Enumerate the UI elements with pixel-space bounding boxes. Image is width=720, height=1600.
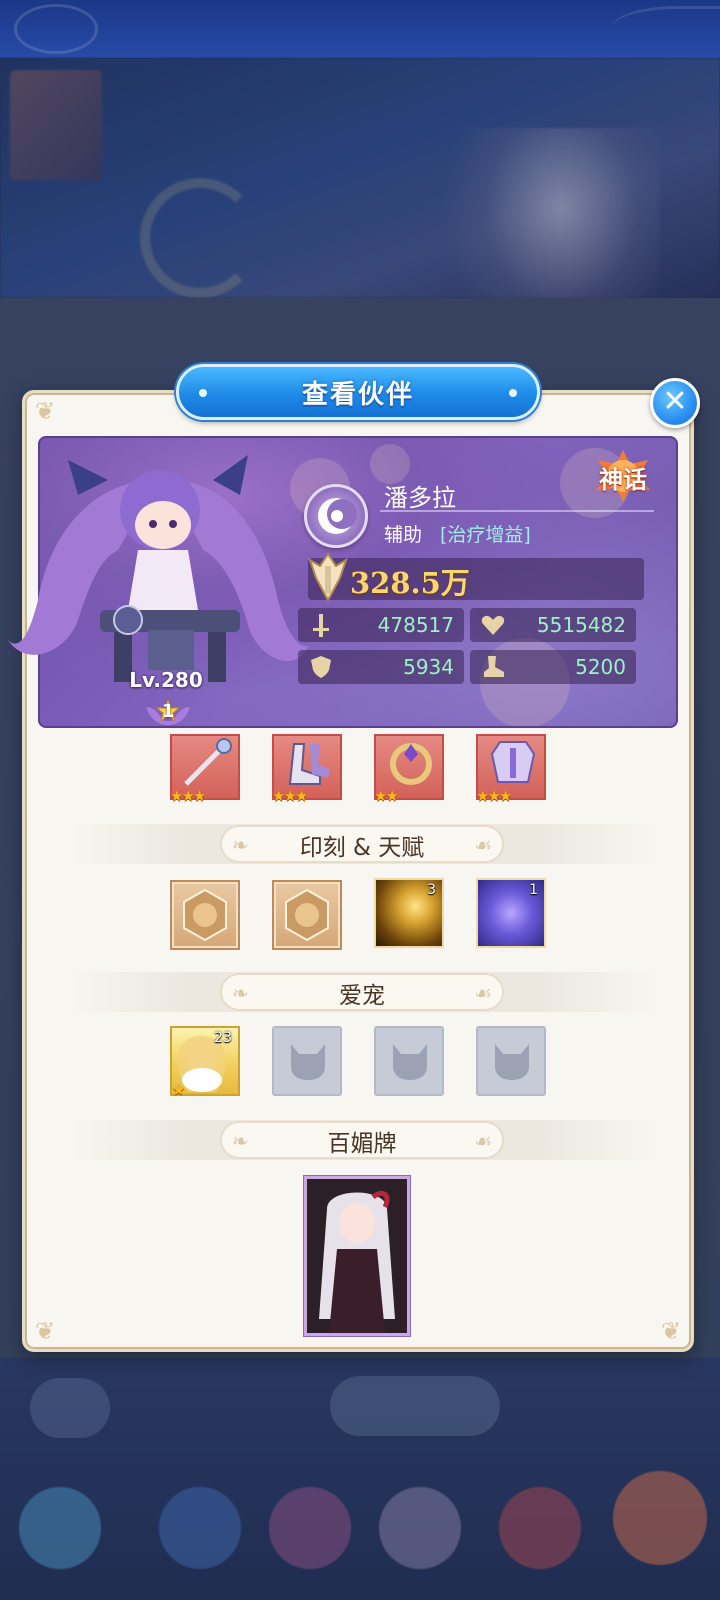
hero-role: 辅助 <box>384 524 423 546</box>
hero-name: 潘多拉 <box>384 484 456 512</box>
stat-defense: 5934 <box>298 650 464 684</box>
staff-icon <box>184 738 232 786</box>
name-divider <box>380 510 654 512</box>
pet-slot-4[interactable] <box>476 1026 546 1096</box>
stat-attack-value: 478517 <box>377 613 454 637</box>
title-dot <box>199 389 207 397</box>
stat-defense-value: 5934 <box>403 655 454 679</box>
section-runes-talents: ❧ ☙ 印刻 & 天赋 <box>66 824 658 864</box>
equipment-slot-4[interactable]: ★★★ <box>476 734 546 804</box>
armor-icon <box>490 741 536 783</box>
stat-speed-value: 5200 <box>575 655 626 679</box>
close-icon: ✕ <box>662 384 688 419</box>
boots-icon <box>288 743 330 785</box>
talent-slot-2[interactable]: 1 <box>476 878 546 948</box>
combat-power-value: 328.5万 <box>350 566 470 600</box>
modal-title-bar: 查看伙伴 <box>176 364 540 420</box>
talent-slot-1[interactable]: 3 <box>374 878 444 948</box>
equipment-slot-3[interactable]: ★★ <box>374 734 444 804</box>
pet-slot-3[interactable] <box>374 1026 444 1096</box>
equipment-slot-2[interactable]: ★★★ <box>272 734 342 804</box>
cat-silhouette-icon <box>393 1044 427 1080</box>
stat-hp-value: 5515482 <box>536 613 626 637</box>
pet-slot-2[interactable] <box>272 1026 342 1096</box>
emblem-icon <box>183 888 227 942</box>
section-pets: ❧ ☙ 爱宠 <box>66 972 658 1012</box>
title-dot <box>509 389 517 397</box>
sword-icon <box>313 614 329 637</box>
talent-level: 3 <box>427 882 436 898</box>
equipment-stars: ★★★ <box>272 787 308 805</box>
stat-speed: 5200 <box>470 650 636 684</box>
stat-attack: 478517 <box>298 608 464 642</box>
rune-slot-2[interactable] <box>272 880 342 950</box>
equipment-slot-1[interactable]: ★★★ <box>170 734 240 804</box>
equipment-stars: ★★★ <box>476 787 512 805</box>
section-charm-cards: ❧ ☙ 百媚牌 <box>66 1120 658 1160</box>
charm-card[interactable] <box>304 1176 410 1336</box>
pet-stars: ★ <box>172 1081 186 1099</box>
pet-slot-1[interactable]: 23 ★ <box>170 1026 240 1099</box>
class-emblem-icon <box>304 484 368 548</box>
hero-portrait[interactable] <box>8 440 308 700</box>
boot-icon <box>484 656 504 677</box>
cat-silhouette-icon <box>495 1044 529 1080</box>
section-title-runes-talents: 印刻 & 天赋 <box>299 835 425 861</box>
hero-role-tag: [治疗增益] <box>440 524 531 546</box>
modal-title: 查看伙伴 <box>301 379 414 410</box>
rarity-label: 神话 <box>599 466 647 494</box>
rune-slot-1[interactable] <box>170 880 240 950</box>
talent-level: 1 <box>529 882 538 898</box>
corner-ornament-icon: ❦ <box>34 397 56 425</box>
shield-icon <box>311 656 331 678</box>
ring-icon <box>390 743 432 785</box>
combat-power-icon <box>308 552 348 602</box>
heart-icon <box>481 615 505 635</box>
cat-silhouette-icon <box>291 1044 325 1080</box>
close-button[interactable]: ✕ <box>650 378 700 428</box>
stat-hp: 5515482 <box>470 608 636 642</box>
equipment-stars: ★★ <box>374 787 399 805</box>
charm-card-art <box>307 1179 407 1333</box>
star-rank-number: 1 <box>161 701 175 722</box>
hero-level: Lv.280 <box>129 668 203 692</box>
rarity-badge: 神话 <box>594 448 652 502</box>
star-rank-badge: 1 <box>142 697 194 727</box>
corner-ornament-icon: ❦ <box>660 1317 682 1345</box>
pet-level: 23 <box>214 1030 232 1046</box>
corner-ornament-icon: ❦ <box>34 1317 56 1345</box>
section-title-charm-cards: 百媚牌 <box>327 1131 397 1157</box>
emblem-icon <box>285 888 329 942</box>
section-title-pets: 爱宠 <box>339 983 385 1009</box>
equipment-stars: ★★★ <box>170 787 206 805</box>
